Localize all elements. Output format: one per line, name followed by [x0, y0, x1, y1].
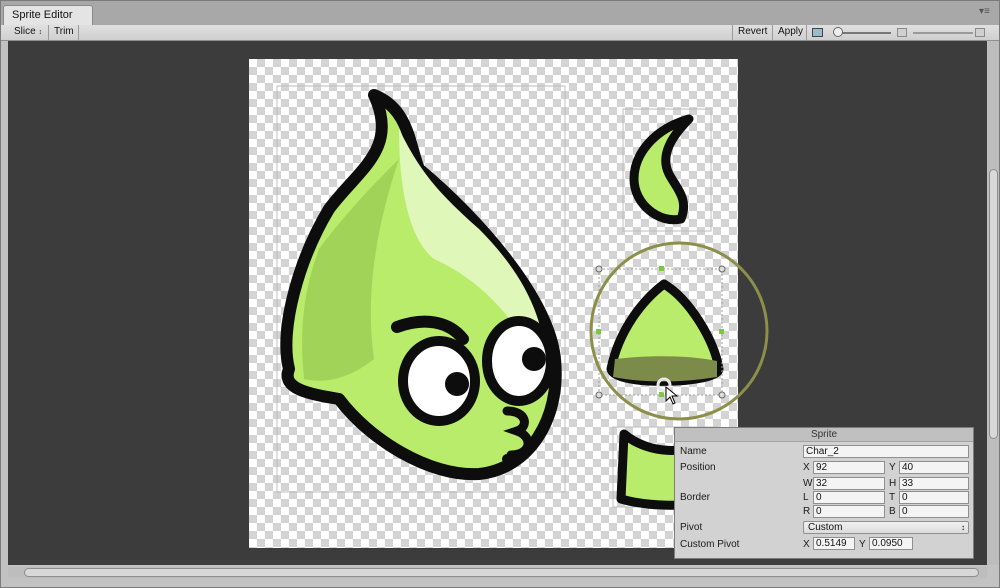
t-label: T [889, 492, 896, 503]
l-label: L [803, 492, 809, 503]
revert-button[interactable]: Revert [732, 25, 772, 40]
mip-level-icon [897, 28, 907, 37]
position-label: Position [680, 462, 716, 473]
sprite-editor-window: Sprite Editor ▾≡ Slice ↕ Trim Revert App… [0, 0, 1000, 588]
dropdown-arrows-icon: ↕ [38, 29, 42, 36]
trim-button[interactable]: Trim [49, 25, 79, 40]
x-label: X [803, 462, 810, 473]
mip-slider-track[interactable] [913, 32, 973, 34]
sprite-properties-panel: Sprite Name Char_2 Position X 92 Y 40 W … [674, 427, 974, 559]
x-field[interactable]: 92 [813, 461, 885, 474]
color-toggle-button[interactable] [806, 25, 830, 40]
custom-pivot-x-field[interactable]: 0.5149 [813, 537, 855, 550]
mip-level-large-icon [975, 28, 985, 37]
w-label: W [803, 478, 813, 489]
vertical-scroll-thumb[interactable] [989, 169, 998, 439]
name-label: Name [680, 446, 707, 457]
apply-button[interactable]: Apply [772, 25, 806, 40]
b-field[interactable]: 0 [899, 505, 969, 518]
t-field[interactable]: 0 [899, 491, 969, 504]
dropdown-arrows-icon: ↕ [961, 523, 965, 532]
w-field[interactable]: 32 [813, 477, 885, 490]
pivot-dropdown[interactable]: Custom ↕ [803, 521, 969, 534]
name-field[interactable]: Char_2 [803, 445, 969, 458]
sprite-sheet [249, 59, 738, 548]
slice-dropdown[interactable]: Slice ↕ [9, 25, 49, 40]
r-field[interactable]: 0 [813, 505, 885, 518]
pivot-value: Custom [808, 522, 843, 533]
panel-title: Sprite [675, 428, 973, 442]
color-image-icon [812, 28, 823, 37]
pivot-label: Pivot [680, 522, 703, 533]
custom-pivot-label: Custom Pivot [680, 539, 740, 550]
hair-shape [629, 114, 694, 225]
zoom-slider-knob[interactable] [833, 27, 843, 37]
zoom-slider-track[interactable] [839, 32, 891, 34]
vertical-scrollbar[interactable] [988, 41, 999, 565]
border-label: Border [680, 492, 711, 503]
h-label: H [889, 478, 897, 489]
sprite-art [276, 85, 724, 510]
h-field[interactable]: 33 [899, 477, 969, 490]
y-label: Y [889, 462, 896, 473]
horizontal-scroll-thumb[interactable] [24, 568, 979, 577]
slice-label: Slice [14, 26, 36, 37]
custom-pivot-y-field[interactable]: 0.0950 [869, 537, 913, 550]
custom-pivot-y-label: Y [859, 539, 866, 550]
horizontal-scrollbar[interactable] [8, 567, 987, 578]
tab-bar: Sprite Editor ▾≡ [1, 1, 999, 25]
tab-sprite-editor[interactable]: Sprite Editor [3, 5, 93, 25]
y-field[interactable]: 40 [899, 461, 969, 474]
custom-pivot-x-label: X [803, 539, 810, 550]
b-label: B [889, 506, 896, 517]
r-label: R [803, 506, 811, 517]
l-field[interactable]: 0 [813, 491, 885, 504]
window-menu-icon[interactable]: ▾≡ [979, 6, 991, 18]
